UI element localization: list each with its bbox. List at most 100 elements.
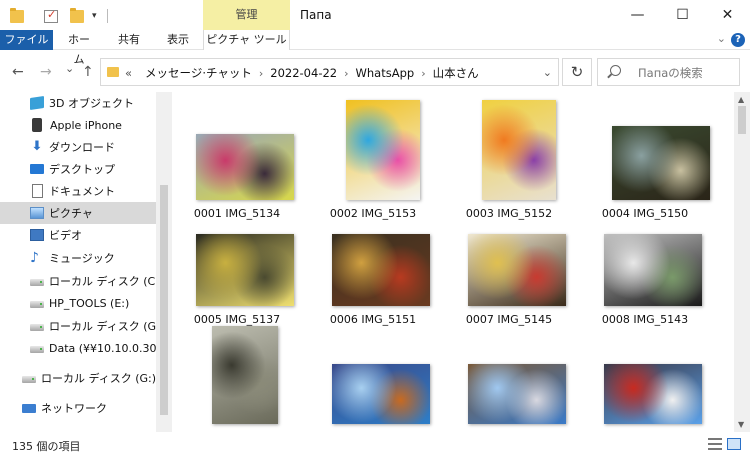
up-button[interactable]: ↑ [82, 64, 94, 80]
sidebar-item[interactable]: ⬇ ダウンロード [0, 136, 156, 158]
help-icon[interactable]: ? [731, 33, 745, 47]
file-item[interactable]: 0007 IMG_5145 [444, 196, 574, 326]
details-view-icon[interactable] [708, 438, 722, 450]
file-item[interactable] [308, 300, 438, 424]
refresh-button[interactable]: ↻ [562, 58, 592, 86]
quick-access-toolbar: ▾ [10, 7, 108, 24]
sidebar-item[interactable]: ローカル ディスク (G:) [0, 367, 156, 389]
sidebar-item[interactable]: 3D オブジェクト [0, 92, 156, 114]
recent-locations-button[interactable]: ⌄ [65, 62, 74, 75]
drive-icon [30, 301, 44, 308]
manage-context-tab[interactable]: 管理 [203, 0, 290, 30]
sidebar-item-label: 3D オブジェクト [49, 97, 134, 110]
sidebar-item[interactable]: Data (¥¥10.10.0.30) (X [0, 337, 156, 359]
new-folder-icon[interactable] [70, 7, 84, 23]
sidebar-item[interactable]: ビデオ [0, 224, 156, 246]
sidebar-item-label: Data (¥¥10.10.0.30) (X [49, 341, 156, 355]
sidebar-item-label: ネットワーク [41, 402, 107, 415]
sidebar-item[interactable]: ドキュメント [0, 180, 156, 202]
network-drive-icon [30, 346, 44, 353]
breadcrumb-item[interactable]: WhatsApp [356, 66, 415, 80]
image-thumbnail[interactable] [332, 234, 430, 306]
breadcrumb-chevron-icon[interactable]: › [421, 67, 425, 80]
file-item[interactable] [444, 300, 574, 424]
file-item[interactable]: 0004 IMG_5150 [580, 92, 710, 220]
sidebar-item[interactable]: Apple iPhone [0, 114, 156, 136]
file-item[interactable]: 0008 IMG_5143 [580, 196, 710, 326]
image-thumbnail[interactable] [346, 100, 420, 200]
music-icon: ♪ [30, 250, 39, 266]
image-thumbnail[interactable] [612, 126, 710, 200]
sidebar-item[interactable]: ローカル ディスク (G:) [0, 315, 156, 337]
sidebar-item[interactable]: ♪ ミュージック [0, 247, 156, 269]
minimize-button[interactable]: — [615, 0, 660, 30]
file-item[interactable]: 0001 IMG_5134 [172, 92, 302, 220]
breadcrumb-chevron-icon[interactable]: › [259, 67, 263, 80]
sidebar-item[interactable]: HP_TOOLS (E:) [0, 292, 156, 314]
file-item[interactable] [172, 300, 302, 424]
sidebar-item-label: ローカル ディスク (G:) [49, 320, 156, 333]
scroll-down-icon[interactable]: ▼ [738, 420, 744, 429]
sidebar-item[interactable]: ピクチャ [0, 202, 156, 224]
image-thumbnail[interactable] [212, 326, 278, 424]
address-bar[interactable]: « メッセージ·チャット › 2022-04-22 › WhatsApp › 山… [100, 58, 559, 86]
file-item[interactable]: 0002 IMG_5153 [308, 92, 438, 220]
file-view-scrollbar[interactable]: ▲ ▼ [734, 92, 750, 432]
breadcrumb: « メッセージ·チャット › 2022-04-22 › WhatsApp › 山… [125, 65, 479, 81]
address-dropdown-icon[interactable]: ⌄ [543, 66, 552, 79]
sidebar-item[interactable]: ローカル ディスク (C:) [0, 270, 156, 292]
customize-toolbar-icon[interactable]: ▾ [92, 11, 97, 21]
desktop-icon [30, 164, 44, 174]
image-thumbnail[interactable] [482, 100, 556, 200]
sidebar-item-label: ビデオ [49, 229, 82, 242]
file-item[interactable]: 0006 IMG_5151 [308, 196, 438, 326]
file-view: 0001 IMG_5134 0002 IMG_5153 0003 IMG_5152 0… [172, 92, 734, 432]
search-input[interactable]: Папаの検索 [597, 58, 740, 86]
tab-view[interactable]: 表示 [166, 30, 190, 50]
scrollbar-thumb[interactable] [160, 185, 168, 415]
ribbon-expand-icon[interactable]: ⌄ [717, 32, 726, 45]
file-item[interactable] [580, 300, 710, 424]
network-icon [22, 403, 36, 413]
folder-icon [10, 7, 24, 23]
scrollbar-thumb[interactable] [738, 106, 746, 134]
file-item[interactable]: 0003 IMG_5152 [444, 92, 574, 220]
back-button[interactable]: ← [12, 64, 24, 80]
large-icons-view-icon[interactable] [727, 438, 741, 450]
status-bar: 135 個の項目 [0, 432, 750, 457]
image-thumbnail[interactable] [468, 364, 566, 424]
properties-icon[interactable] [44, 8, 58, 23]
breadcrumb-item[interactable]: 山本さん [433, 65, 479, 81]
sidebar-item[interactable]: デスクトップ [0, 158, 156, 180]
breadcrumb-chevron-icon[interactable]: › [344, 67, 348, 80]
search-icon [610, 65, 621, 76]
toolbar-divider [106, 9, 108, 23]
file-item[interactable]: 0005 IMG_5137 [172, 196, 302, 326]
video-icon [30, 229, 44, 241]
scroll-up-icon[interactable]: ▲ [738, 95, 744, 104]
close-button[interactable]: ✕ [705, 0, 750, 30]
image-thumbnail[interactable] [196, 234, 294, 306]
image-thumbnail[interactable] [332, 364, 430, 424]
item-count: 135 個の項目 [12, 440, 81, 453]
window-title: Папа [300, 8, 332, 22]
image-thumbnail[interactable] [604, 234, 702, 306]
navigation-pane-scrollbar[interactable] [156, 92, 172, 432]
tab-file[interactable]: ファイル [0, 30, 53, 50]
image-thumbnail[interactable] [468, 234, 566, 306]
tab-picture-tools[interactable]: ピクチャ ツール [203, 29, 290, 50]
breadcrumb-overflow[interactable]: « [125, 66, 132, 80]
breadcrumb-item[interactable]: 2022-04-22 [270, 66, 337, 80]
document-icon [32, 184, 43, 198]
tab-home[interactable]: ホーム [64, 30, 94, 66]
image-thumbnail[interactable] [604, 364, 702, 424]
sidebar-item-label: ダウンロード [49, 141, 115, 154]
sidebar-item[interactable]: ネットワーク [0, 397, 156, 419]
image-thumbnail[interactable] [196, 134, 294, 200]
tab-share[interactable]: 共有 [117, 30, 141, 50]
breadcrumb-item[interactable]: メッセージ·チャット [145, 65, 252, 81]
forward-button[interactable]: → [40, 64, 52, 80]
folder-icon [107, 67, 119, 77]
3d-objects-icon [30, 96, 44, 110]
maximize-button[interactable]: ☐ [660, 0, 705, 30]
